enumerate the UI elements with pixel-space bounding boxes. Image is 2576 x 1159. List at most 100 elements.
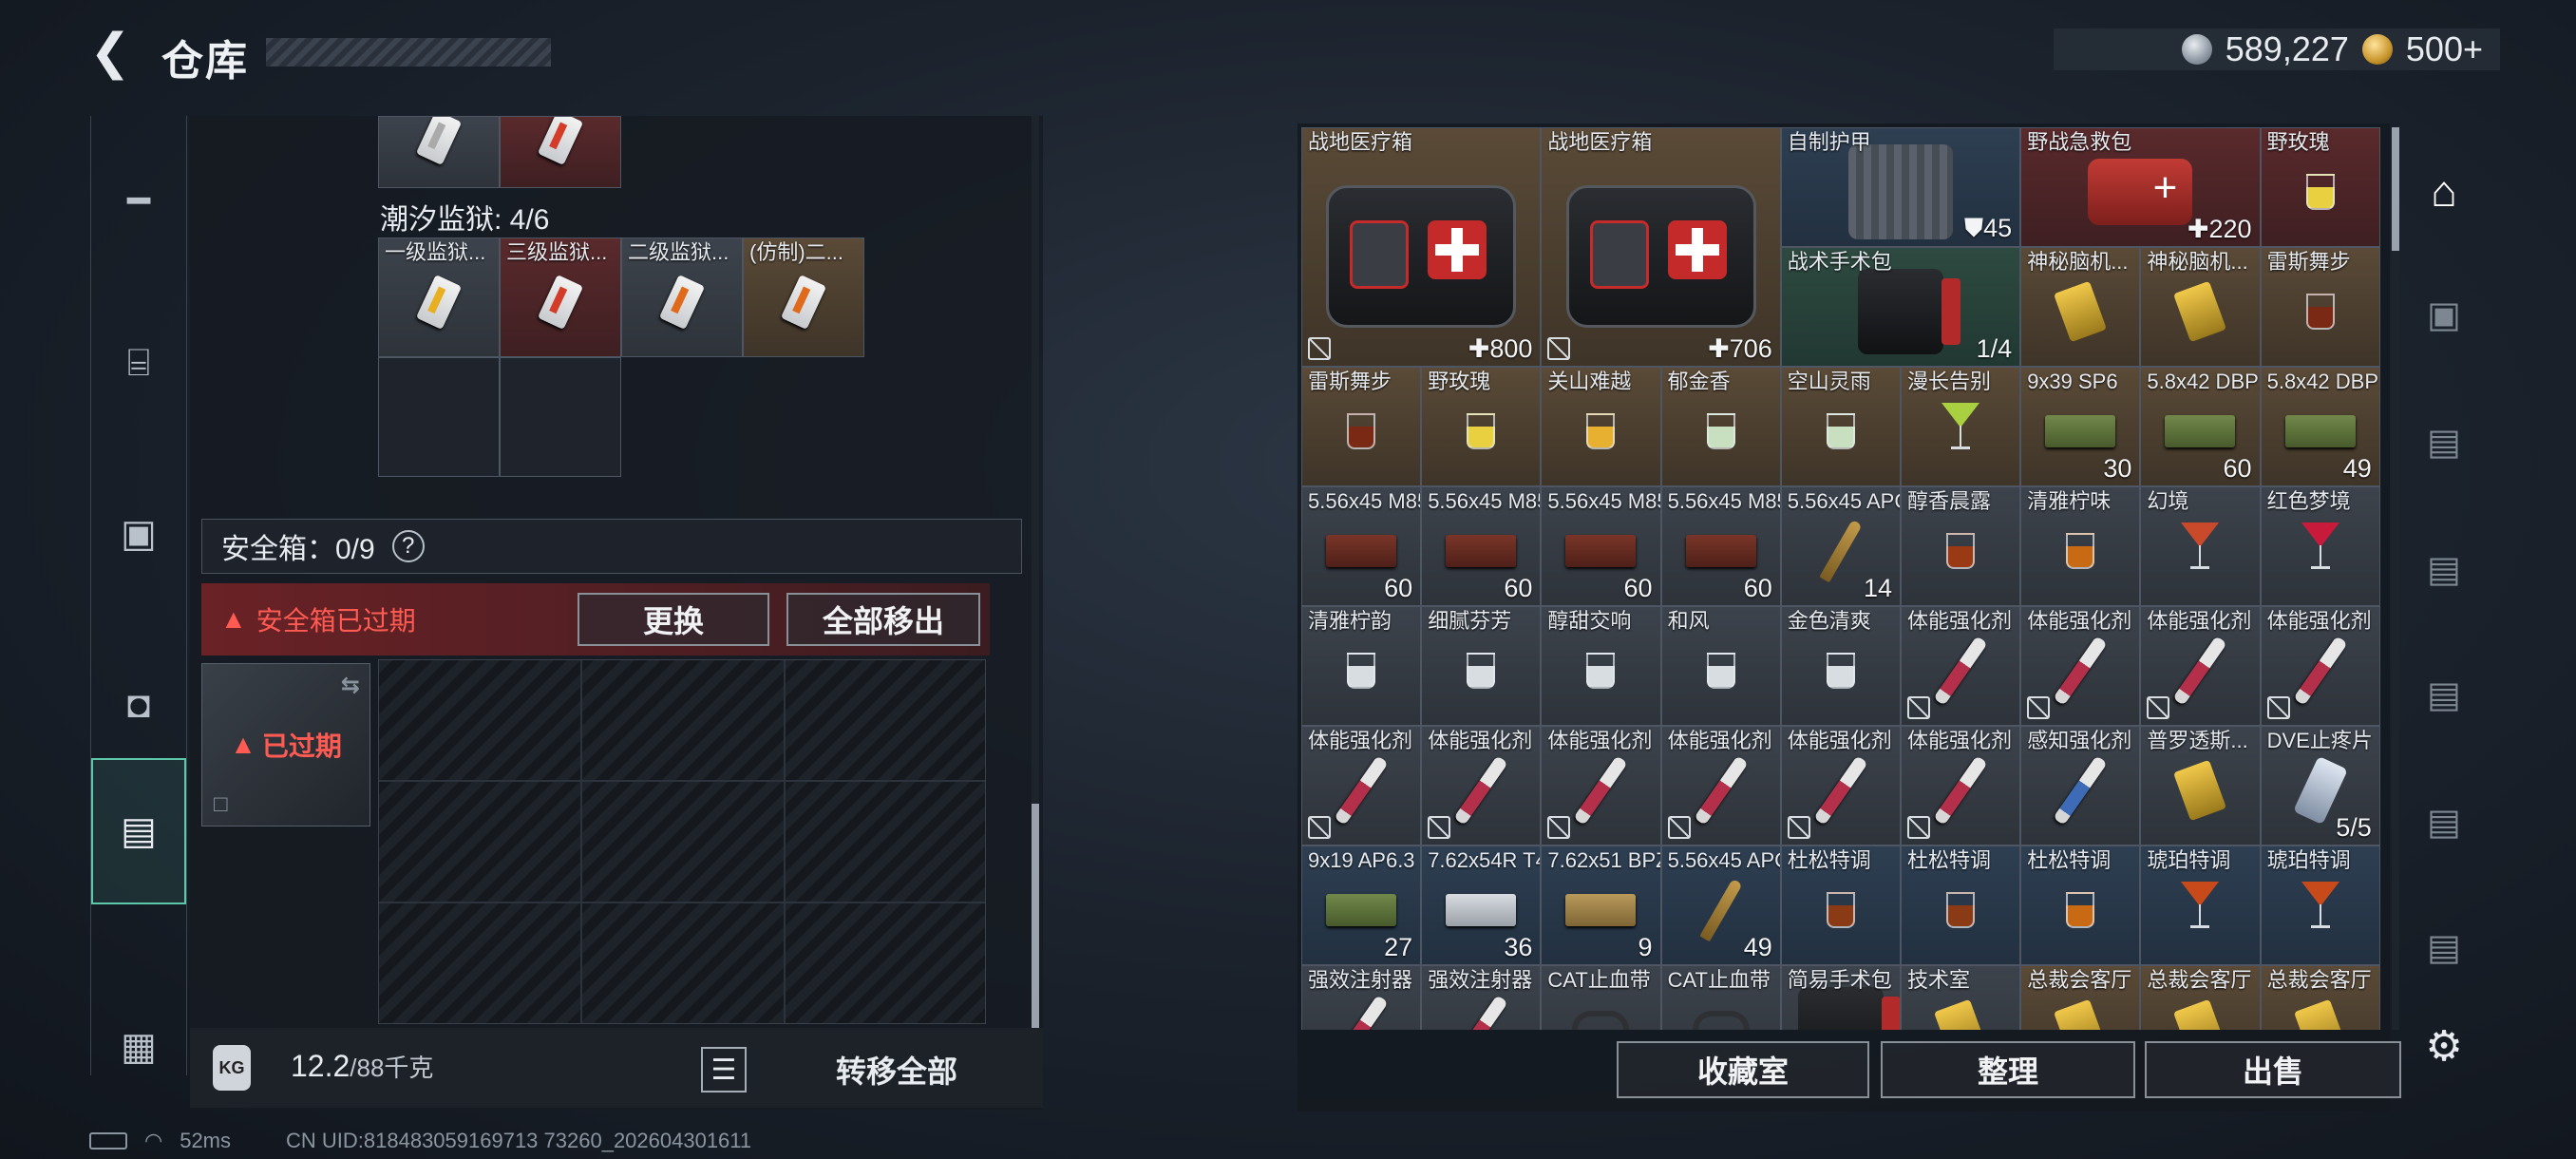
sell-button[interactable]: 出售 bbox=[2145, 1041, 2401, 1098]
inventory-item[interactable]: 体能强化剂 bbox=[1901, 726, 2021, 846]
inventory-item[interactable]: 体能强化剂 bbox=[1780, 726, 1901, 846]
inventory-item[interactable]: 战术手术包 1/4 bbox=[1780, 247, 2021, 367]
safe-box-card[interactable]: ▲ 已过期 ⇆ □ bbox=[201, 663, 370, 826]
inventory-item[interactable]: 战地医疗箱 ✚706 bbox=[1541, 127, 1781, 367]
prison-keycard-item[interactable]: 二级监狱... bbox=[621, 238, 743, 357]
inventory-item[interactable]: 体能强化剂 bbox=[1541, 726, 1661, 846]
move-all-out-button[interactable]: 全部移出 bbox=[786, 593, 980, 646]
inventory-item[interactable]: 战地医疗箱 ✚800 bbox=[1301, 127, 1542, 367]
warehouse-iv-1-icon[interactable]: ▤ bbox=[2411, 390, 2477, 494]
inventory-item[interactable]: 总裁会客厅 bbox=[2020, 965, 2141, 1030]
right-scrollbar[interactable] bbox=[2392, 127, 2399, 1030]
warehouse-iv-5-icon[interactable]: ▤ bbox=[2411, 895, 2477, 999]
inventory-item[interactable]: CAT止血带 bbox=[1541, 965, 1661, 1030]
inventory-item[interactable]: 醇甜交响 bbox=[1541, 606, 1661, 726]
prison-keycard-item[interactable]: (仿制)二... bbox=[743, 238, 864, 357]
warehouse-iv-2-icon[interactable]: ▤ bbox=[2411, 517, 2477, 621]
inventory-item[interactable]: 神秘脑机... bbox=[2140, 247, 2261, 367]
inventory-item[interactable]: 空山灵雨 bbox=[1780, 367, 1901, 486]
inventory-item[interactable]: 醇香晨露 bbox=[1901, 486, 2021, 606]
inventory-item[interactable]: 5.8x42 DBP10 49 bbox=[2260, 367, 2380, 486]
help-icon[interactable]: ? bbox=[391, 530, 425, 562]
inventory-item[interactable]: CAT止血带 bbox=[1660, 965, 1781, 1030]
inventory-item[interactable] bbox=[378, 116, 500, 188]
inventory-item[interactable]: 5.56x45 M855A1 60 bbox=[1421, 486, 1542, 606]
inventory-item[interactable]: 金色清爽 bbox=[1780, 606, 1901, 726]
collection-room-button[interactable]: 收藏室 bbox=[1617, 1041, 1869, 1098]
inventory-item[interactable]: 野战急救包 ✚220 bbox=[2020, 127, 2261, 247]
inventory-item[interactable]: 雷斯舞步 bbox=[2260, 247, 2380, 367]
inventory-item[interactable]: 杜松特调 bbox=[1780, 846, 1901, 965]
inventory-item[interactable]: 体能强化剂 bbox=[1660, 726, 1781, 846]
inventory-item[interactable]: 5.8x42 DBP10 60 bbox=[2140, 367, 2261, 486]
safe-box-grid[interactable] bbox=[378, 659, 986, 1024]
inventory-item[interactable]: 总裁会客厅 bbox=[2260, 965, 2380, 1030]
list-view-button[interactable]: ☰ bbox=[701, 1047, 747, 1092]
vault-icon[interactable]: ▣ bbox=[2411, 262, 2477, 367]
warehouse-iv-3-icon[interactable]: ▤ bbox=[2411, 642, 2477, 747]
house-icon[interactable]: ⌂ bbox=[2411, 139, 2477, 243]
inventory-item[interactable]: 体能强化剂 bbox=[1301, 726, 1422, 846]
inventory-item[interactable]: 清雅柠韵 bbox=[1301, 606, 1422, 726]
back-button[interactable]: ❮ bbox=[87, 25, 133, 80]
inventory-item[interactable]: 雷斯舞步 bbox=[1301, 367, 1422, 486]
inventory-item[interactable]: 杜松特调 bbox=[1901, 846, 2021, 965]
inventory-item[interactable]: 7.62x54R T46M 36 bbox=[1421, 846, 1542, 965]
toolbox-icon[interactable]: ▦ bbox=[91, 990, 186, 1104]
pistol-icon[interactable]: ━ bbox=[91, 144, 186, 258]
inventory-item[interactable]: 5.56x45 APC 14 bbox=[1780, 486, 1901, 606]
inventory-item[interactable]: 体能强化剂 bbox=[2140, 606, 2261, 726]
inventory-item[interactable]: 郁金香 bbox=[1660, 367, 1781, 486]
empty-slot[interactable] bbox=[378, 357, 500, 477]
inventory-item[interactable]: DVE止疼片 5/5 bbox=[2260, 726, 2380, 846]
inventory-item[interactable]: 7.62x51 BPZ 9 bbox=[1541, 846, 1661, 965]
scroll-thumb[interactable] bbox=[1032, 804, 1039, 1028]
vest-icon[interactable]: ⌸ bbox=[91, 306, 186, 420]
prison-keycard-item[interactable]: 三级监狱... bbox=[500, 238, 621, 357]
inventory-item[interactable]: 5.56x45 M855A1 60 bbox=[1541, 486, 1661, 606]
inventory-item[interactable]: 5.56x45 M855A1 60 bbox=[1301, 486, 1422, 606]
inventory-item[interactable]: 和风 bbox=[1660, 606, 1781, 726]
inventory-item[interactable]: 感知强化剂 bbox=[2020, 726, 2141, 846]
inventory-item[interactable]: 野玫瑰 bbox=[2260, 127, 2380, 247]
inventory-item[interactable]: 体能强化剂 bbox=[1421, 726, 1542, 846]
inventory-item[interactable]: 5.56x45 APC 49 bbox=[1660, 846, 1781, 965]
inventory-item[interactable]: 幻境 bbox=[2140, 486, 2261, 606]
scroll-thumb[interactable] bbox=[2392, 127, 2399, 251]
safe-box-icon[interactable]: ▤ bbox=[91, 758, 186, 904]
replace-button[interactable]: 更换 bbox=[578, 593, 769, 646]
transfer-all-button[interactable]: 转移全部 bbox=[764, 1041, 1030, 1098]
left-scrollbar[interactable] bbox=[1032, 116, 1039, 1028]
inventory-item[interactable] bbox=[500, 116, 621, 188]
inventory-item[interactable]: 9x19 AP6.3 27 bbox=[1301, 846, 1422, 965]
inventory-item[interactable]: 关山难越 bbox=[1541, 367, 1661, 486]
inventory-item[interactable]: 琥珀特调 bbox=[2140, 846, 2261, 965]
inventory-item[interactable]: 强效注射器 bbox=[1421, 965, 1542, 1030]
inventory-item[interactable]: 体能强化剂 bbox=[1901, 606, 2021, 726]
inventory-item[interactable]: 体能强化剂 bbox=[2020, 606, 2141, 726]
warehouse-iv-4-icon[interactable]: ▤ bbox=[2411, 770, 2477, 874]
inventory-item[interactable]: 5.56x45 M855A1 60 bbox=[1660, 486, 1781, 606]
sort-button[interactable]: 整理 bbox=[1881, 1041, 2135, 1098]
empty-slot[interactable] bbox=[500, 357, 621, 477]
inventory-item[interactable]: 红色梦境 bbox=[2260, 486, 2380, 606]
inventory-item[interactable]: 琥珀特调 bbox=[2260, 846, 2380, 965]
inventory-item[interactable]: 技术室 bbox=[1901, 965, 2021, 1030]
inventory-item[interactable]: 强效注射器 bbox=[1301, 965, 1422, 1030]
inventory-item[interactable]: 野玫瑰 bbox=[1421, 367, 1542, 486]
backpack-a-icon[interactable]: ▣ bbox=[91, 477, 186, 591]
inventory-item[interactable]: 清雅柠味 bbox=[2020, 486, 2141, 606]
inventory-item[interactable]: 细腻芬芳 bbox=[1421, 606, 1542, 726]
prison-keycard-item[interactable]: 一级监狱... bbox=[378, 238, 500, 357]
inventory-item[interactable]: 神秘脑机... bbox=[2020, 247, 2141, 367]
inventory-item[interactable]: 体能强化剂 bbox=[2260, 606, 2380, 726]
settings-icon[interactable]: ⚙ bbox=[2411, 994, 2477, 1098]
inventory-item[interactable]: 普罗透斯... bbox=[2140, 726, 2261, 846]
inventory-item[interactable]: 9x39 SP6 30 bbox=[2020, 367, 2141, 486]
inventory-item[interactable]: 简易手术包 bbox=[1780, 965, 1901, 1030]
inventory-item[interactable]: 自制护甲 ⛊45 bbox=[1780, 127, 2021, 247]
inventory-item[interactable]: 杜松特调 bbox=[2020, 846, 2141, 965]
inventory-item[interactable]: 总裁会客厅 bbox=[2140, 965, 2261, 1030]
inventory-item[interactable]: 漫长告别 bbox=[1901, 367, 2021, 486]
backpack-icon[interactable]: ◘ bbox=[91, 648, 186, 762]
